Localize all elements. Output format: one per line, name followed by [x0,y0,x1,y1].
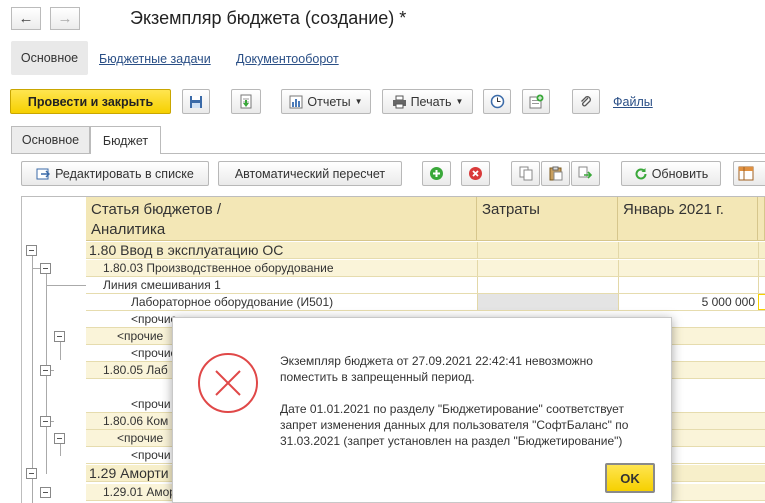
collapse-toggle[interactable] [54,331,65,342]
tab-budget[interactable]: Бюджет [90,126,161,154]
table-row[interactable]: 1.80 Ввод в эксплуатацию ОС [86,242,765,259]
subnav-budget-tasks-link[interactable]: Бюджетные задачи [99,52,211,66]
error-message-line: запрет изменения данных для пользователя… [280,418,629,432]
reports-dropdown[interactable]: Отчеты ▼ [281,89,371,114]
printer-icon [392,95,406,108]
collapse-toggle[interactable] [26,245,37,256]
copy-icon [519,166,532,181]
paste-special-button[interactable] [571,161,600,186]
refresh-button[interactable]: Обновить [621,161,721,186]
column-header-costs[interactable]: Затраты [477,197,618,241]
edit-in-list-label: Редактировать в списке [55,166,194,181]
table-settings-icon [738,166,754,181]
history-button[interactable] [483,89,511,114]
document-post-icon [240,94,252,108]
tree-line [32,256,33,503]
edit-list-icon [36,168,51,179]
arrow-left-icon: ← [18,10,34,27]
post-document-button[interactable] [231,89,261,114]
auto-recalc-button[interactable]: Автоматический пересчет [218,161,402,186]
print-label: Печать [410,94,452,109]
selected-cell-edge [758,294,765,310]
error-message-line: Дате 01.01.2021 по разделу "Бюджетирован… [280,402,624,416]
collapse-toggle[interactable] [54,433,65,444]
subnav-docflow-link[interactable]: Документооборот [236,52,339,66]
column-header-article-line1: Статья бюджетов / [91,201,222,218]
collapse-toggle[interactable] [40,416,51,427]
column-header-article-line2: Аналитика [91,221,166,238]
column-header-article[interactable]: Статья бюджетов / Аналитика [86,197,477,241]
tab-main[interactable]: Основное [11,126,90,153]
reports-icon [289,95,303,108]
collapse-toggle[interactable] [40,263,51,274]
collapse-toggle[interactable] [40,487,51,498]
more-button[interactable] [733,161,765,186]
paste-special-icon [578,166,593,179]
error-message-line: Экземпляр бюджета от 27.09.2021 22:42:41… [280,354,593,368]
collapse-toggle[interactable] [26,468,37,479]
delete-circle-icon [469,167,482,180]
structure-button[interactable] [522,89,550,114]
forward-button[interactable]: → [50,7,80,30]
paperclip-icon [581,95,591,106]
column-header-january[interactable]: Январь 2021 г. [618,197,758,241]
error-icon [198,353,258,413]
table-row[interactable]: Лабораторное оборудование (И501) 5 000 0… [86,294,765,311]
tree-line [60,342,61,360]
tree-line [60,444,61,456]
error-dialog: Экземпляр бюджета от 27.09.2021 22:42:41… [172,317,672,503]
edit-in-list-button[interactable]: Редактировать в списке [21,161,209,186]
print-dropdown[interactable]: Печать ▼ [382,89,473,114]
window-title: Экземпляр бюджета (создание) * [130,8,407,28]
chevron-down-icon: ▼ [455,97,464,106]
collapse-toggle[interactable] [40,365,51,376]
tree-line [32,268,40,269]
paste-icon [549,166,562,181]
paste-button[interactable] [541,161,570,186]
post-and-close-button[interactable]: Провести и закрыть [10,89,171,114]
reports-label: Отчеты [307,94,351,109]
auto-recalc-label: Автоматический пересчет [234,166,386,181]
post-and-close-label: Провести и закрыть [27,94,154,109]
back-button[interactable]: ← [11,7,41,30]
subnav-main[interactable]: Основное [11,41,88,75]
delete-row-button[interactable] [461,161,490,186]
refresh-label: Обновить [651,166,709,181]
save-button[interactable] [182,89,210,114]
save-icon [190,95,202,108]
refresh-icon [635,167,647,179]
add-row-button[interactable] [422,161,451,186]
chevron-down-icon: ▼ [354,97,363,106]
tab-active-gap [91,152,160,154]
costs-cell-disabled [478,294,618,310]
column-header-next [758,197,765,241]
ok-button[interactable]: OK [605,463,655,493]
tree-line [46,285,86,286]
error-message-line: поместить в запрещенный период. [280,370,475,384]
files-link[interactable]: Файлы [613,95,653,109]
arrow-right-icon: → [57,10,73,27]
add-structure-icon [529,94,544,108]
attach-button[interactable] [572,89,600,114]
january-value-cell[interactable]: 5 000 000 [619,294,755,310]
table-row[interactable]: 1.80.03 Производственное оборудование [86,260,765,277]
table-row[interactable]: Линия смешивания 1 [86,277,765,294]
plus-circle-icon [430,167,443,180]
error-message-line: 31.03.2021 (запрет установлен на раздел … [280,434,623,448]
clock-icon [490,94,504,109]
copy-button[interactable] [511,161,540,186]
